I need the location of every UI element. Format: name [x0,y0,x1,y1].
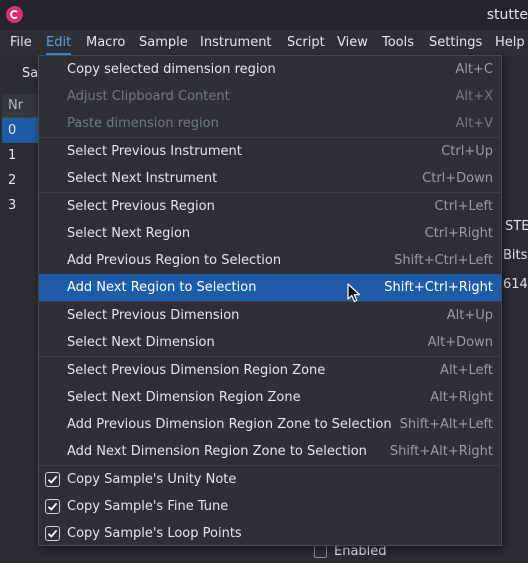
menu-item-shortcut: Alt+Down [427,335,493,350]
menu-item-label: Select Previous Dimension [67,308,240,323]
menu-item-shortcut: Alt+X [455,89,493,104]
menu-item-copy-unity-note[interactable]: Copy Sample's Unity Note [39,466,501,493]
menu-item-label: Select Previous Instrument [67,144,242,159]
menu-item-shortcut: Shift+Ctrl+Right [384,280,493,295]
menu-item-add-previous-zone[interactable]: Add Previous Dimension Region Zone to Se… [39,411,501,438]
menu-tools[interactable]: Tools [382,35,414,50]
menu-item-label: Add Next Dimension Region Zone to Select… [67,444,367,459]
menu-item-select-next-dimension[interactable]: Select Next Dimension Alt+Down [39,329,501,356]
menu-item-label: Add Next Region to Selection [67,280,257,295]
menu-script[interactable]: Script [287,35,325,50]
menu-item-add-previous-region[interactable]: Add Previous Region to Selection Shift+C… [39,247,501,274]
app-logo-icon [6,6,23,23]
menu-item-select-previous-instrument[interactable]: Select Previous Instrument Ctrl+Up [39,138,501,165]
menu-macro[interactable]: Macro [86,35,125,50]
menu-bar: File Edit Macro Sample Instrument Script… [0,30,528,56]
menu-help[interactable]: Help [495,35,525,50]
menu-instrument[interactable]: Instrument [200,35,272,50]
sample-bits-text: Bits 4 [503,248,528,263]
menu-item-label: Copy Sample's Fine Tune [67,499,229,514]
menu-item-shortcut: Alt+Up [446,308,493,323]
menu-item-select-previous-region[interactable]: Select Previous Region Ctrl+Left [39,193,501,220]
menu-item-shortcut: Ctrl+Down [422,171,493,186]
menu-item-label: Select Next Instrument [67,171,218,186]
title-bar: stutte [0,0,528,30]
menu-edit[interactable]: Edit [46,35,72,55]
menu-item-select-next-region[interactable]: Select Next Region Ctrl+Right [39,220,501,247]
check-icon[interactable] [45,472,60,487]
menu-item-label: Adjust Clipboard Content [67,89,230,104]
table-row[interactable]: 1 [2,143,38,168]
menu-item-select-next-instrument[interactable]: Select Next Instrument Ctrl+Down [39,165,501,192]
menu-item-copy-fine-tune[interactable]: Copy Sample's Fine Tune [39,493,501,520]
menu-item-label: Copy selected dimension region [67,62,276,77]
menu-settings[interactable]: Settings [429,35,482,50]
table-row[interactable]: 2 [2,168,38,193]
sample-name-text: STE [505,219,528,234]
menu-item-copy-loop-points[interactable]: Copy Sample's Loop Points [39,520,501,547]
check-icon[interactable] [45,499,60,514]
sample-rate-text: 6146 [503,277,528,292]
menu-item-label: Copy Sample's Loop Points [67,526,242,541]
menu-item-shortcut: Shift+Alt+Left [399,417,493,432]
menu-item-copy-dimension-region[interactable]: Copy selected dimension region Alt+C [39,56,501,83]
table-header-nr[interactable]: Nr [2,94,38,118]
window-title: stutte [486,7,528,23]
menu-item-label: Select Next Dimension Region Zone [67,390,301,405]
edit-menu-dropdown: Copy selected dimension region Alt+C Adj… [38,55,502,546]
menu-item-shortcut: Alt+V [455,116,493,131]
menu-item-shortcut: Alt+Right [430,390,493,405]
menu-item-label: Copy Sample's Unity Note [67,472,237,487]
menu-item-add-next-region[interactable]: Add Next Region to Selection Shift+Ctrl+… [39,274,501,301]
menu-item-paste-dimension-region: Paste dimension region Alt+V [39,110,501,137]
menu-view[interactable]: View [337,35,368,50]
menu-item-label: Select Next Dimension [67,335,215,350]
menu-item-add-next-zone[interactable]: Add Next Dimension Region Zone to Select… [39,438,501,465]
menu-item-shortcut: Ctrl+Up [441,144,493,159]
menu-item-shortcut: Alt+Left [440,363,493,378]
menu-item-label: Add Previous Dimension Region Zone to Se… [67,417,392,432]
table-row[interactable]: 0 [2,118,38,143]
menu-item-select-next-zone[interactable]: Select Next Dimension Region Zone Alt+Ri… [39,384,501,411]
toolbar-button[interactable]: Sa [22,66,38,81]
table-row[interactable]: 3 [2,193,38,218]
menu-item-shortcut: Ctrl+Left [434,199,493,214]
menu-item-label: Add Previous Region to Selection [67,253,282,268]
menu-item-shortcut: Shift+Ctrl+Left [394,253,493,268]
menu-item-shortcut: Shift+Alt+Right [389,444,493,459]
menu-item-label: Select Previous Region [67,199,215,214]
menu-item-select-previous-zone[interactable]: Select Previous Dimension Region Zone Al… [39,357,501,384]
check-icon[interactable] [45,526,60,541]
menu-item-label: Select Previous Dimension Region Zone [67,363,326,378]
menu-file[interactable]: File [10,35,32,50]
mouse-cursor-icon [347,283,361,307]
menu-item-label: Paste dimension region [67,116,219,131]
menu-item-shortcut: Alt+C [455,62,493,77]
menu-sample[interactable]: Sample [139,35,188,50]
instrument-table: Nr 0 1 2 3 [2,94,38,218]
menu-item-adjust-clipboard: Adjust Clipboard Content Alt+X [39,83,501,110]
menu-item-label: Select Next Region [67,226,191,241]
menu-item-select-previous-dimension[interactable]: Select Previous Dimension Alt+Up [39,302,501,329]
menu-item-shortcut: Ctrl+Right [424,226,493,241]
